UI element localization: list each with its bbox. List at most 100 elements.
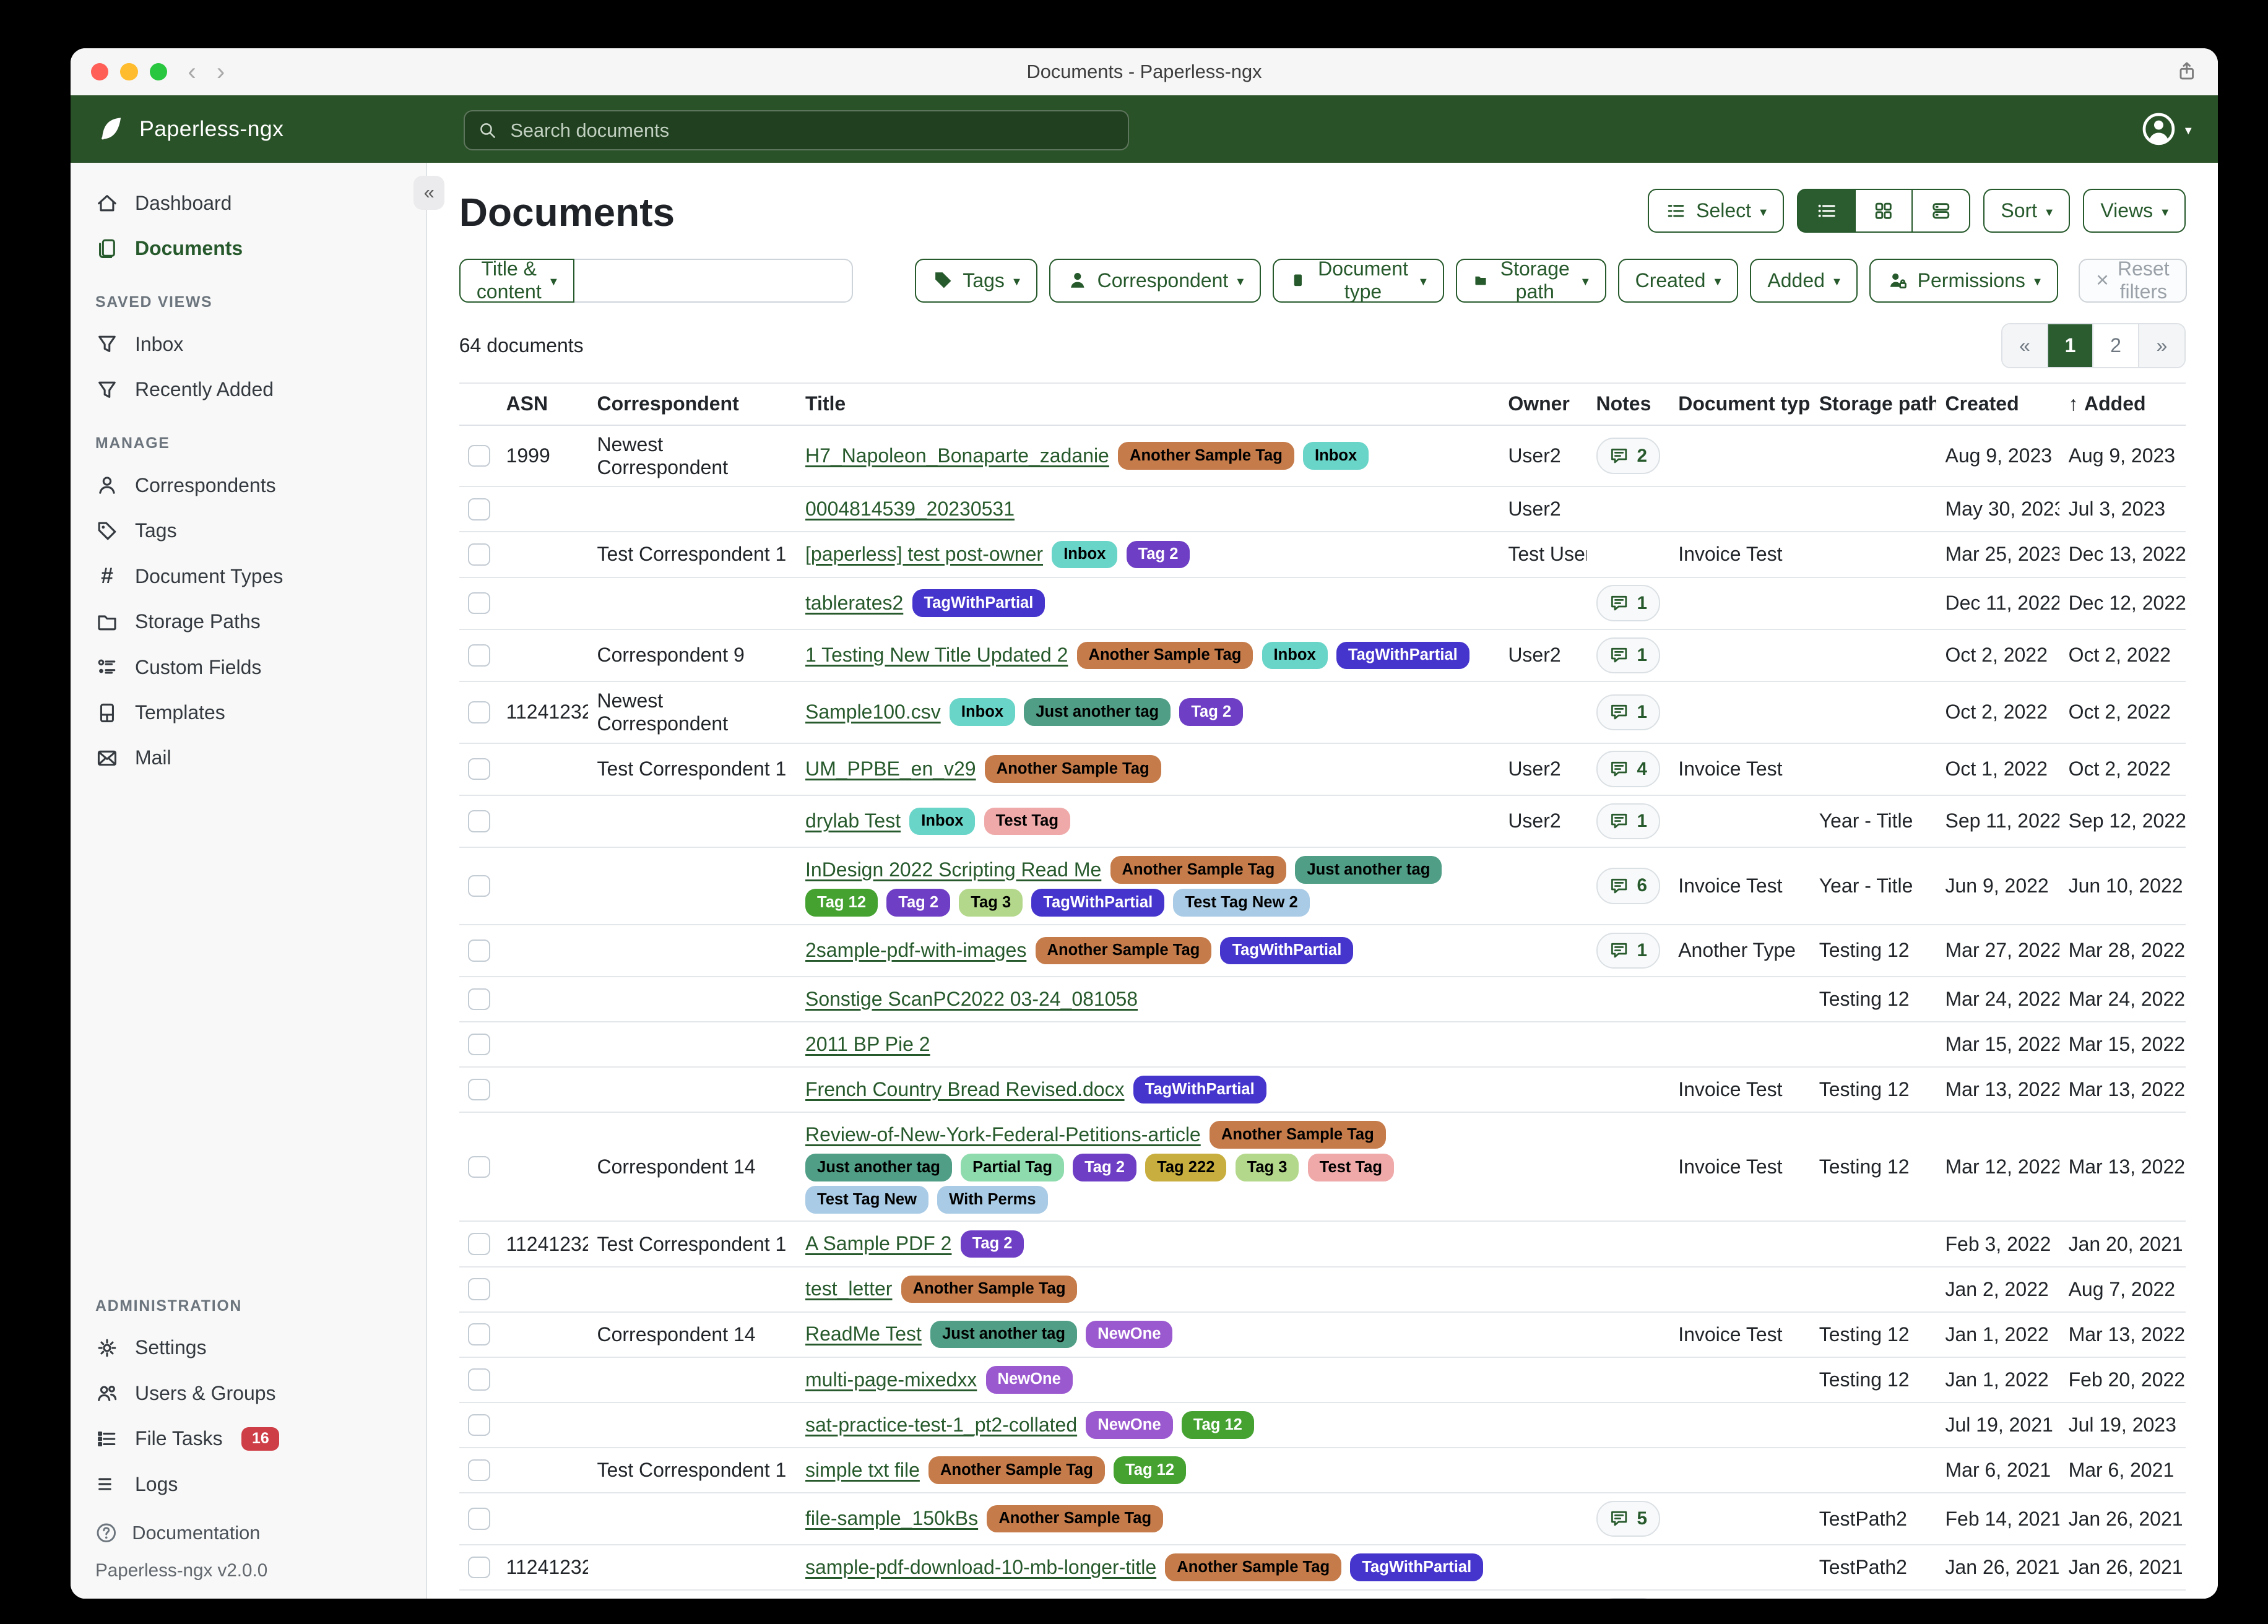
tag-badge[interactable]: Tag 3 [959, 889, 1023, 917]
sidebar-item-dashboard[interactable]: Dashboard [71, 180, 426, 225]
tag-badge[interactable]: TagWithPartial [1220, 937, 1353, 965]
column-header-storage[interactable]: Storage path [1811, 383, 1937, 425]
row-checkbox[interactable] [468, 875, 490, 897]
row-checkbox[interactable] [468, 1459, 490, 1482]
row-checkbox[interactable] [468, 1079, 490, 1101]
tag-badge[interactable]: TagWithPartial [1133, 1076, 1266, 1104]
column-header-created[interactable]: Created [1936, 383, 2059, 425]
app-brand[interactable]: Paperless-ngx [97, 114, 284, 144]
tag-badge[interactable]: TagWithPartial [1031, 889, 1164, 917]
document-link[interactable]: ReadMe Test [805, 1320, 922, 1349]
row-checkbox[interactable] [468, 1034, 490, 1056]
tag-badge[interactable]: Another Sample Tag [1210, 1121, 1386, 1149]
column-header-doctype[interactable]: Document type [1669, 383, 1811, 425]
document-link[interactable]: H7_Napoleon_Bonaparte_zadanie [805, 441, 1109, 470]
notes-badge[interactable]: 1 [1596, 933, 1660, 969]
pagination-prev-button[interactable]: « [2002, 324, 2048, 367]
row-checkbox[interactable] [468, 498, 490, 520]
tag-badge[interactable]: Test Tag [1308, 1154, 1394, 1181]
document-link[interactable]: test_letter [805, 1274, 892, 1303]
tag-badge[interactable]: TagWithPartial [1336, 642, 1469, 670]
tag-badge[interactable]: Inbox [950, 698, 1015, 726]
row-checkbox[interactable] [468, 988, 490, 1011]
document-link[interactable]: simple txt file [805, 1456, 920, 1485]
sidebar-item-correspondents[interactable]: Correspondents [71, 463, 426, 508]
tag-badge[interactable]: Just another tag [1024, 698, 1171, 726]
document-link[interactable]: Sample100.csv [805, 698, 941, 727]
tag-badge[interactable]: Just another tag [930, 1321, 1077, 1349]
tag-badge[interactable]: Another Sample Tag [987, 1505, 1163, 1533]
sidebar-item-mail[interactable]: Mail [71, 735, 426, 780]
view-list-button[interactable] [1797, 189, 1856, 233]
tag-badge[interactable]: Tag 2 [886, 889, 950, 917]
select-button[interactable]: Select ▾ [1648, 189, 1784, 233]
document-link[interactable]: UM_PPBE_en_v29 [805, 754, 976, 784]
tag-badge[interactable]: Tag 12 [1114, 1456, 1186, 1484]
tag-badge[interactable]: Just another tag [1295, 856, 1442, 884]
notes-badge[interactable]: 1 [1596, 1598, 1660, 1599]
tag-badge[interactable]: With Perms [937, 1186, 1047, 1214]
document-link[interactable]: 2011 BP Pie 2 [805, 1030, 930, 1059]
row-checkbox[interactable] [468, 701, 490, 723]
row-checkbox[interactable] [468, 445, 490, 467]
notes-badge[interactable]: 1 [1596, 585, 1660, 621]
pagination-page-1[interactable]: 1 [2048, 324, 2093, 367]
sidebar-item-tags[interactable]: Tags [71, 508, 426, 553]
document-link[interactable]: sample-pdf-download-10-mb-longer-title [805, 1553, 1156, 1582]
documentation-link[interactable]: Documentation [95, 1522, 400, 1544]
document-link[interactable]: sat-practice-test-1_pt2-collated [805, 1410, 1077, 1440]
notes-badge[interactable]: 1 [1596, 637, 1660, 674]
row-checkbox[interactable] [468, 1233, 490, 1255]
column-header-correspondent[interactable]: Correspondent [588, 383, 797, 425]
filter-text-input[interactable] [574, 259, 853, 303]
sidebar-item-file-tasks[interactable]: File Tasks16 [71, 1416, 426, 1461]
column-header-added[interactable]: ↑Added [2059, 383, 2186, 425]
tag-badge[interactable]: Test Tag [984, 808, 1070, 836]
row-checkbox[interactable] [468, 1278, 490, 1300]
tag-badge[interactable]: Another Sample Tag [1118, 442, 1294, 470]
pagination-page-2[interactable]: 2 [2093, 324, 2139, 367]
tag-badge[interactable]: Another Sample Tag [1077, 642, 1253, 670]
column-header-asn[interactable]: ASN [497, 383, 588, 425]
row-checkbox[interactable] [468, 644, 490, 667]
document-link[interactable]: Review-of-New-York-Federal-Petitions-art… [805, 1120, 1201, 1149]
row-checkbox[interactable] [468, 810, 490, 832]
filter-added-button[interactable]: Added▾ [1750, 259, 1858, 303]
sidebar-item-documents[interactable]: Documents [71, 226, 426, 271]
tag-badge[interactable]: Inbox [1262, 642, 1328, 670]
sidebar-item-users-groups[interactable]: Users & Groups [71, 1371, 426, 1416]
tag-badge[interactable]: Tag 2 [1127, 541, 1190, 569]
sidebar-item-storage-paths[interactable]: Storage Paths [71, 599, 426, 644]
pagination-next-button[interactable]: » [2139, 324, 2184, 367]
row-checkbox[interactable] [468, 592, 490, 615]
reset-filters-button[interactable]: × Reset filters [2079, 259, 2187, 303]
document-link[interactable]: tablerates2 [805, 589, 903, 618]
filter-tags-button[interactable]: Tags▾ [915, 259, 1037, 303]
row-checkbox[interactable] [468, 1156, 490, 1178]
tag-badge[interactable]: NewOne [1086, 1411, 1172, 1439]
filter-correspondent-button[interactable]: Correspondent▾ [1049, 259, 1261, 303]
tag-badge[interactable]: Another Sample Tag [901, 1276, 1078, 1303]
filter-storage-path-button[interactable]: Storage path▾ [1456, 259, 1606, 303]
document-link[interactable]: French Country Bread Revised.docx [805, 1075, 1125, 1104]
sidebar-collapse-button[interactable]: « [413, 176, 444, 210]
view-cards-button[interactable] [1911, 189, 1970, 233]
notes-badge[interactable]: 1 [1596, 694, 1660, 731]
notes-badge[interactable]: 4 [1596, 751, 1660, 787]
sidebar-item-logs[interactable]: Logs [71, 1462, 426, 1507]
tag-badge[interactable]: TagWithPartial [912, 589, 1045, 617]
tag-badge[interactable]: Test Tag New 2 [1173, 889, 1309, 917]
sidebar-item-custom-fields[interactable]: Custom Fields [71, 644, 426, 689]
tag-badge[interactable]: Inbox [1052, 541, 1117, 569]
tag-badge[interactable]: Another Sample Tag [1165, 1553, 1341, 1581]
column-header-notes[interactable]: Notes [1587, 383, 1669, 425]
share-icon[interactable] [2176, 61, 2198, 83]
sidebar-item-inbox[interactable]: Inbox [71, 322, 426, 367]
tag-badge[interactable]: TagWithPartial [1350, 1553, 1483, 1581]
row-checkbox[interactable] [468, 758, 490, 780]
sort-button[interactable]: Sort ▾ [1983, 189, 2070, 233]
document-link[interactable]: drylab Test [805, 806, 901, 836]
sidebar-item-document-types[interactable]: #Document Types [71, 553, 426, 598]
notes-badge[interactable]: 5 [1596, 1501, 1660, 1537]
views-button[interactable]: Views ▾ [2083, 189, 2186, 233]
